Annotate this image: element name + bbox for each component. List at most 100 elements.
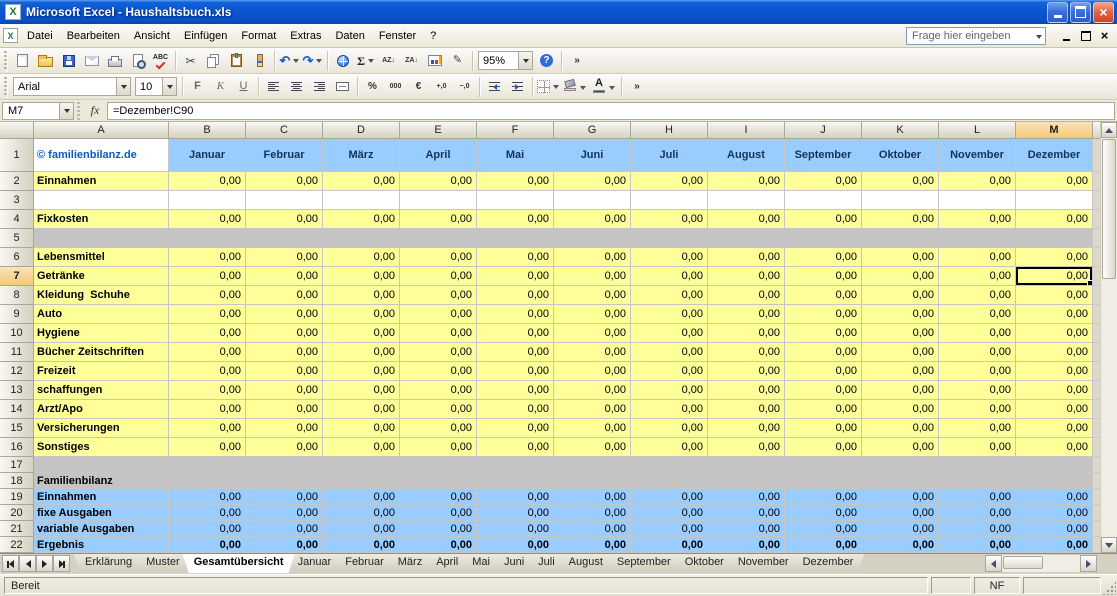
underline-button[interactable]: U [232, 76, 255, 98]
insert-hyperlink-button[interactable] [331, 50, 354, 72]
cell-e15[interactable]: 0,00 [400, 419, 477, 438]
zoom-combo[interactable]: 95% [478, 51, 533, 70]
cell-m19[interactable]: 0,00 [1016, 489, 1093, 505]
vertical-scroll-track[interactable] [1101, 138, 1117, 537]
cell-g15[interactable]: 0,00 [554, 419, 631, 438]
cell-l18[interactable] [939, 473, 1016, 489]
cell-m6[interactable]: 0,00 [1016, 248, 1093, 267]
row-header-4[interactable]: 4 [0, 210, 34, 229]
font-size-combo-dropdown-button[interactable] [162, 78, 176, 95]
fill-color-button[interactable] [560, 76, 589, 98]
row-header-3[interactable]: 3 [0, 191, 34, 210]
cell-c9[interactable]: 0,00 [246, 305, 323, 324]
cell-i13[interactable]: 0,00 [708, 381, 785, 400]
cell-f7[interactable]: 0,00 [477, 267, 554, 286]
row-header-12[interactable]: 12 [0, 362, 34, 381]
cell-a18[interactable]: Familienbilanz [34, 473, 169, 489]
print-button[interactable] [103, 50, 126, 72]
cell-f21[interactable]: 0,00 [477, 521, 554, 537]
row-header-17[interactable]: 17 [0, 457, 34, 473]
cell-d9[interactable]: 0,00 [323, 305, 400, 324]
cell-e12[interactable]: 0,00 [400, 362, 477, 381]
cell-b21[interactable]: 0,00 [169, 521, 246, 537]
cell-d3[interactable] [323, 191, 400, 210]
cell-f19[interactable]: 0,00 [477, 489, 554, 505]
column-header-i[interactable]: I [708, 122, 785, 139]
cell-b5[interactable] [169, 229, 246, 248]
cell-i18[interactable] [708, 473, 785, 489]
cell-f13[interactable]: 0,00 [477, 381, 554, 400]
cell-k16[interactable]: 0,00 [862, 438, 939, 457]
cell-a11[interactable]: Bücher Zeitschriften [34, 343, 169, 362]
cell-l14[interactable]: 0,00 [939, 400, 1016, 419]
cell-g10[interactable]: 0,00 [554, 324, 631, 343]
align-right-button[interactable] [308, 76, 331, 98]
menu-item-help[interactable]: ? [423, 26, 443, 46]
cell-m15[interactable]: 0,00 [1016, 419, 1093, 438]
percent-style-button[interactable]: % [361, 76, 384, 98]
cell-m21[interactable]: 0,00 [1016, 521, 1093, 537]
sort-ascending-button[interactable]: AZ↓ [377, 50, 400, 72]
cell-k6[interactable]: 0,00 [862, 248, 939, 267]
cell-l16[interactable]: 0,00 [939, 438, 1016, 457]
sheet-tab-februar[interactable]: Februar [334, 554, 395, 572]
cell-c3[interactable] [246, 191, 323, 210]
cell-b3[interactable] [169, 191, 246, 210]
cell-i16[interactable]: 0,00 [708, 438, 785, 457]
cell-g17[interactable] [554, 457, 631, 473]
cell-i7[interactable]: 0,00 [708, 267, 785, 286]
cell-d11[interactable]: 0,00 [323, 343, 400, 362]
cell-e20[interactable]: 0,00 [400, 505, 477, 521]
cell-j5[interactable] [785, 229, 862, 248]
column-header-k[interactable]: K [862, 122, 939, 139]
cell-a17[interactable] [34, 457, 169, 473]
column-header-c[interactable]: C [246, 122, 323, 139]
autosum-button[interactable]: Σ [354, 50, 377, 72]
cell-a22[interactable]: Ergebnis [34, 537, 169, 553]
cell-k13[interactable]: 0,00 [862, 381, 939, 400]
cell-m4[interactable]: 0,00 [1016, 210, 1093, 229]
cell-j9[interactable]: 0,00 [785, 305, 862, 324]
menu-item-daten[interactable]: Daten [328, 26, 371, 46]
cell-a2[interactable]: Einnahmen [34, 172, 169, 191]
cell-d19[interactable]: 0,00 [323, 489, 400, 505]
vertical-scroll-thumb[interactable] [1102, 139, 1116, 279]
cell-f8[interactable]: 0,00 [477, 286, 554, 305]
cell-j12[interactable]: 0,00 [785, 362, 862, 381]
merge-center-button[interactable] [331, 76, 354, 98]
cell-k19[interactable]: 0,00 [862, 489, 939, 505]
cell-c16[interactable]: 0,00 [246, 438, 323, 457]
cell-m9[interactable]: 0,00 [1016, 305, 1093, 324]
cell-b2[interactable]: 0,00 [169, 172, 246, 191]
cell-m7[interactable]: 0,00 [1016, 267, 1093, 286]
cell-c14[interactable]: 0,00 [246, 400, 323, 419]
menu-item-extras[interactable]: Extras [283, 26, 328, 46]
cell-k11[interactable]: 0,00 [862, 343, 939, 362]
cell-b4[interactable]: 0,00 [169, 210, 246, 229]
cell-e13[interactable]: 0,00 [400, 381, 477, 400]
cell-d2[interactable]: 0,00 [323, 172, 400, 191]
cell-h1[interactable]: Juli [631, 139, 708, 172]
scroll-down-button[interactable] [1101, 537, 1117, 553]
cell-c1[interactable]: Februar [246, 139, 323, 172]
cell-e17[interactable] [400, 457, 477, 473]
cell-a20[interactable]: fixe Ausgaben [34, 505, 169, 521]
cell-h6[interactable]: 0,00 [631, 248, 708, 267]
print-preview-button[interactable] [126, 50, 149, 72]
cell-i4[interactable]: 0,00 [708, 210, 785, 229]
cell-d17[interactable] [323, 457, 400, 473]
cell-a14[interactable]: Arzt/Apo [34, 400, 169, 419]
cell-l6[interactable]: 0,00 [939, 248, 1016, 267]
cell-c11[interactable]: 0,00 [246, 343, 323, 362]
cell-h5[interactable] [631, 229, 708, 248]
cell-c21[interactable]: 0,00 [246, 521, 323, 537]
sheet-tab-dezember[interactable]: Dezember [792, 554, 865, 572]
row-header-9[interactable]: 9 [0, 305, 34, 324]
cell-k15[interactable]: 0,00 [862, 419, 939, 438]
cell-f1[interactable]: Mai [477, 139, 554, 172]
cell-d6[interactable]: 0,00 [323, 248, 400, 267]
align-center-button[interactable] [285, 76, 308, 98]
cell-b20[interactable]: 0,00 [169, 505, 246, 521]
cell-e21[interactable]: 0,00 [400, 521, 477, 537]
sheet-tab-januar[interactable]: Januar [287, 554, 343, 572]
